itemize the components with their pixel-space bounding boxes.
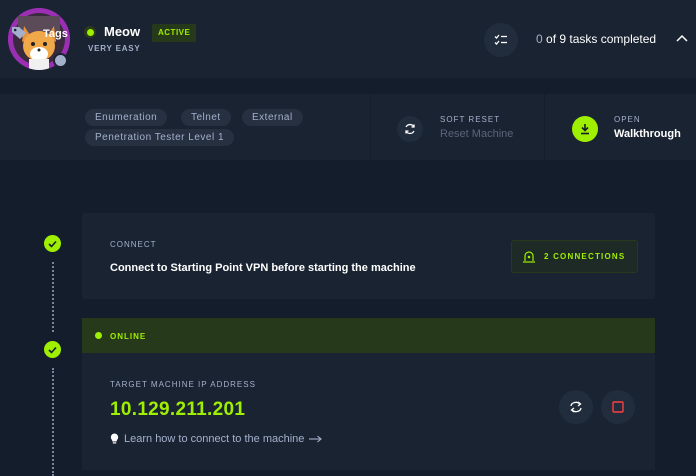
stop-machine-button[interactable] <box>601 390 635 424</box>
connect-instructions: Connect to Starting Point VPN before sta… <box>110 262 416 274</box>
machine-name: Meow <box>104 24 141 39</box>
timeline-connector <box>52 368 54 476</box>
lightbulb-icon <box>110 433 119 444</box>
tagbar-divider <box>544 94 545 160</box>
tasks-progress: 0 of 9 tasks completed <box>536 32 656 46</box>
switch-machine-button[interactable] <box>559 390 593 424</box>
reset-machine-button[interactable] <box>397 116 423 142</box>
machine-status-header <box>82 318 655 353</box>
tag-icon <box>12 27 26 39</box>
avatar-badge <box>53 53 68 68</box>
learn-connect-label: Learn how to connect to the machine <box>124 433 305 445</box>
online-status-dot <box>95 332 102 339</box>
tagbar-divider <box>370 94 371 160</box>
checklist-icon <box>494 34 507 45</box>
tag-penetration-tester-level-1[interactable]: Penetration Tester Level 1 <box>85 129 235 146</box>
step-complete-check <box>44 341 61 358</box>
tag-enumeration[interactable]: Enumeration <box>85 109 168 126</box>
tags-label: Tags <box>43 28 68 40</box>
tasks-button[interactable] <box>484 23 518 57</box>
machine-status-label: ONLINE <box>110 332 147 341</box>
tasks-progress-label: of 9 tasks completed <box>546 32 657 46</box>
check-icon <box>48 346 57 354</box>
walkthrough-label[interactable]: Walkthrough <box>614 128 681 140</box>
tasks-completed-count: 0 <box>536 32 543 46</box>
check-icon <box>48 240 57 248</box>
chevron-up-icon[interactable] <box>676 33 688 43</box>
swap-icon <box>570 401 582 413</box>
learn-connect-link[interactable]: Learn how to connect to the machine <box>110 433 323 445</box>
status-badge: ACTIVE <box>152 24 197 42</box>
connections-label: 2 CONNECTIONS <box>544 252 626 261</box>
stop-icon <box>612 401 624 413</box>
step-complete-check <box>44 235 61 252</box>
refresh-icon <box>405 123 415 135</box>
ip-kicker: TARGET MACHINE IP ADDRESS <box>110 380 256 389</box>
connect-kicker: CONNECT <box>110 240 157 249</box>
target-ip-address[interactable]: 10.129.211.201 <box>110 399 245 421</box>
timeline-connector <box>52 262 54 332</box>
reset-kicker: SOFT RESET <box>440 115 501 124</box>
vpn-icon <box>523 250 535 263</box>
online-status-dot <box>84 26 96 38</box>
open-walkthrough-button[interactable] <box>572 116 598 142</box>
download-icon <box>581 124 589 135</box>
connections-button[interactable]: 2 CONNECTIONS <box>511 240 638 273</box>
open-kicker: OPEN <box>614 115 641 124</box>
tag-external[interactable]: External <box>242 109 303 126</box>
tag-telnet[interactable]: Telnet <box>181 109 231 126</box>
difficulty-label: VERY EASY <box>88 44 141 53</box>
reset-machine-label[interactable]: Reset Machine <box>440 128 513 140</box>
arrow-right-icon <box>309 435 323 443</box>
